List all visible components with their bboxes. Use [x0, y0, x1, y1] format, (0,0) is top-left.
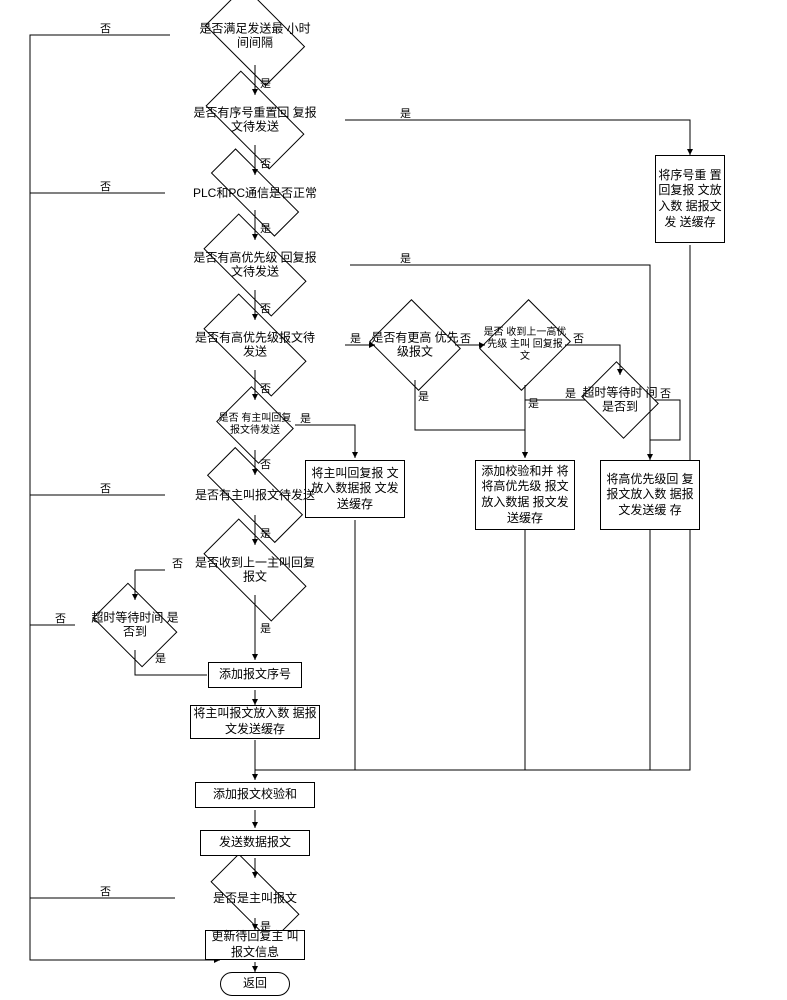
- edge-label-no: 否: [100, 178, 111, 194]
- edge-label-no: 否: [100, 480, 111, 496]
- decision-timeout-wait: 超时等待时间 是否到: [100, 600, 170, 650]
- edge-label-yes: 是: [155, 650, 166, 666]
- edge-label-yes: 是: [350, 330, 361, 346]
- process-add-checksum: 添加报文校验和: [195, 782, 315, 808]
- edge-label-yes: 是: [400, 105, 411, 121]
- decision-seq-reset-reply: 是否有序号重置回 复报文待发送: [210, 95, 300, 145]
- edge-label-no: 否: [100, 20, 111, 36]
- decision-higher-pri-msg: 是否有更高 优先级报文: [380, 315, 450, 375]
- process-put-seq-reset-reply: 将序号重 置回复报 文放入数 据报文发 送缓存: [655, 155, 725, 243]
- edge-label-yes: 是: [400, 250, 411, 266]
- edge-label-no: 否: [172, 555, 183, 571]
- decision-timeout-wait-2: 超时等待时 间是否到: [590, 375, 650, 425]
- edge-label-yes: 是: [260, 525, 271, 541]
- decision-recv-prev-high-pri-reply: 是否 收到上一高优先级 主叫 回复报文: [495, 310, 555, 380]
- decision-plc-pc-comm: PLC和PC通信是否正常: [210, 175, 300, 210]
- edge-label-no: 否: [573, 330, 584, 346]
- decision-min-interval: 是否满足发送最 小时间间隔: [212, 8, 298, 64]
- edge-label-yes: 是: [300, 410, 311, 426]
- edge-label-no: 否: [55, 610, 66, 626]
- edge-label-yes: 是: [260, 918, 271, 934]
- edge-label-no: 否: [260, 155, 271, 171]
- decision-high-pri-reply: 是否有高优先级 回复报文待发送: [207, 240, 303, 290]
- process-update-pending-reply: 更新待回复主 叫报文信息: [205, 930, 305, 960]
- edge-label-no: 否: [100, 883, 111, 899]
- edge-label-yes: 是: [418, 388, 429, 404]
- edge-label-yes: 是: [260, 220, 271, 236]
- decision-high-pri-msg: 是否有高优先级报文待 发送: [207, 320, 303, 370]
- decision-caller-msg: 是否有主叫报文待发送: [207, 475, 303, 515]
- process-put-caller-msg: 将主叫报文放入数 据报文发送缓存: [190, 705, 320, 739]
- edge-label-yes: 是: [528, 395, 539, 411]
- edge-label-yes: 是: [260, 620, 271, 636]
- edge-label-no: 否: [260, 380, 271, 396]
- process-put-high-pri-reply: 将高优先级回 复报文放入数 据报文发送缓 存: [600, 460, 700, 530]
- terminator-return: 返回: [220, 972, 290, 996]
- edge-label-yes: 是: [565, 385, 576, 401]
- decision-recv-prev-caller-reply: 是否收到上一主叫回复 报文: [207, 545, 303, 595]
- edge-label-no: 否: [260, 456, 271, 472]
- edge-label-yes: 是: [260, 75, 271, 91]
- process-add-checksum-high-pri: 添加校验和并 将将高优先级 报文放入数据 报文发送缓存: [475, 460, 575, 530]
- process-send-data: 发送数据报文: [200, 830, 310, 856]
- edge-label-no: 否: [260, 300, 271, 316]
- decision-caller-reply: 是否 有主叫回复 报文待发送: [225, 400, 285, 450]
- process-add-seq: 添加报文序号: [208, 662, 302, 688]
- decision-is-caller-msg: 是否是主叫报文: [212, 878, 298, 918]
